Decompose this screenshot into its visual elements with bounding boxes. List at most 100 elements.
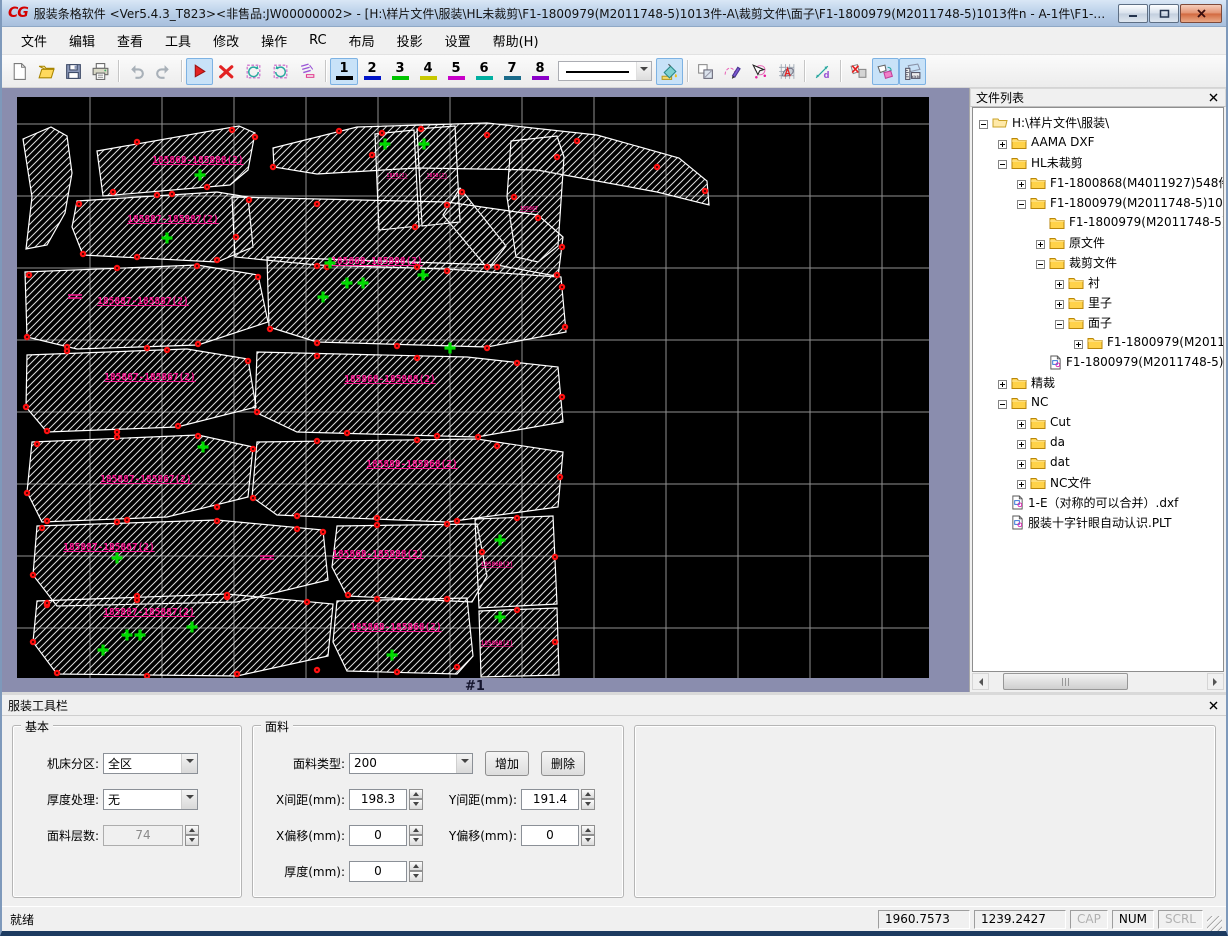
scroll-thumb[interactable] xyxy=(1003,673,1128,690)
copy-piece-icon[interactable] xyxy=(872,57,899,85)
thickness-handling-combo[interactable]: 无 xyxy=(103,788,198,810)
tree-item[interactable]: HL未裁剪 xyxy=(973,152,1223,172)
tree-item[interactable]: 精裁 xyxy=(973,372,1223,392)
tree-item[interactable]: 服装十字针眼自动认识.PLT xyxy=(973,512,1223,532)
menu-item-4[interactable]: 工具 xyxy=(154,27,202,54)
redo-icon[interactable] xyxy=(150,58,177,85)
chevron-down-icon[interactable] xyxy=(181,753,197,773)
menu-item-9[interactable]: 投影 xyxy=(386,27,434,54)
tree-item[interactable]: F1-1800979(M2011748-5)1013件 xyxy=(973,192,1223,212)
tree-item[interactable]: AAMA DXF xyxy=(973,132,1223,152)
tree-toggle-icon[interactable] xyxy=(998,158,1007,169)
tree-item[interactable]: F1-1800979(M2011748-5)101 xyxy=(973,352,1223,372)
measure-ruler-icon[interactable] xyxy=(899,57,926,85)
tree-item[interactable]: F1-1800979(M2011748-5)101 xyxy=(973,212,1223,232)
print-icon[interactable] xyxy=(87,58,114,85)
tree-toggle-icon[interactable] xyxy=(1017,198,1026,209)
tree-item[interactable]: Cut xyxy=(973,412,1223,432)
line-color-button-8[interactable]: 8 xyxy=(526,58,554,85)
tree-toggle-icon[interactable] xyxy=(979,118,988,129)
line-color-button-6[interactable]: 6 xyxy=(470,58,498,85)
tree-item[interactable]: NC xyxy=(973,392,1223,412)
delete-icon[interactable] xyxy=(213,58,240,85)
x-offset-stepper[interactable] xyxy=(409,824,423,846)
select-tool-icon[interactable] xyxy=(186,57,213,85)
scroll-left-arrow-icon[interactable] xyxy=(972,673,989,690)
y-offset-field[interactable]: 0 xyxy=(521,824,579,846)
tool-panel-close-icon[interactable] xyxy=(1206,698,1220,712)
file-panel-close-icon[interactable] xyxy=(1206,91,1220,105)
x-offset-field[interactable]: 0 xyxy=(349,824,407,846)
tree-toggle-icon[interactable] xyxy=(1055,318,1064,329)
chevron-down-icon[interactable] xyxy=(181,789,197,809)
marker-canvas[interactable]: 185868-185888(2) 185887-185887(2) 185868-1… xyxy=(17,97,929,678)
line-color-button-2[interactable]: 2 xyxy=(358,58,386,85)
menu-item-2[interactable]: 编辑 xyxy=(58,27,106,54)
tree-item[interactable]: 里子 xyxy=(973,292,1223,312)
resize-grip[interactable] xyxy=(1207,916,1222,931)
tree-toggle-icon[interactable] xyxy=(1055,278,1064,289)
tree-toggle-icon[interactable] xyxy=(998,398,1007,409)
menu-item-10[interactable]: 设置 xyxy=(434,27,482,54)
tree-toggle-icon[interactable] xyxy=(1036,238,1045,249)
minimize-button[interactable] xyxy=(1118,3,1148,23)
grid-piece-icon[interactable] xyxy=(773,58,800,85)
machine-zone-combo[interactable]: 全区 xyxy=(103,752,198,774)
menu-item-7[interactable]: RC xyxy=(298,29,337,52)
new-file-icon[interactable] xyxy=(6,58,33,85)
angle-measure-icon[interactable]: d xyxy=(809,58,836,85)
rotate-ccw-icon[interactable] xyxy=(240,58,267,85)
thickness-stepper[interactable] xyxy=(409,860,423,882)
fabric-layers-stepper[interactable] xyxy=(185,824,199,846)
menu-item-6[interactable]: 操作 xyxy=(250,27,298,54)
tree-item[interactable]: F1-1800979(M201174 xyxy=(973,332,1223,352)
scroll-right-arrow-icon[interactable] xyxy=(1207,673,1224,690)
scroll-track[interactable] xyxy=(989,673,1207,690)
fabric-type-combo[interactable]: 200 xyxy=(349,752,473,774)
line-color-button-7[interactable]: 7 xyxy=(498,58,526,85)
menu-item-3[interactable]: 查看 xyxy=(106,27,154,54)
tree-item[interactable]: 面子 xyxy=(973,312,1223,332)
y-gap-stepper[interactable] xyxy=(581,788,595,810)
menu-item-11[interactable]: 帮助(H) xyxy=(482,27,550,54)
tree-toggle-icon[interactable] xyxy=(1017,178,1026,189)
tree-item[interactable]: F1-1800868(M4011927)548件 xyxy=(973,172,1223,192)
line-color-button-5[interactable]: 5 xyxy=(442,58,470,85)
tree-item[interactable]: dat xyxy=(973,452,1223,472)
tree-item[interactable]: 衬 xyxy=(973,272,1223,292)
menu-item-1[interactable]: 文件 xyxy=(10,27,58,54)
line-style-combo[interactable] xyxy=(558,61,652,81)
tree-toggle-icon[interactable] xyxy=(998,378,1007,389)
tree-toggle-icon[interactable] xyxy=(1055,298,1064,309)
tree-toggle-icon[interactable] xyxy=(1036,258,1045,269)
tree-item[interactable]: H:\样片文件\服装\ xyxy=(973,112,1223,132)
tree-item[interactable]: 裁剪文件 xyxy=(973,252,1223,272)
tree-item[interactable]: 1-E（对称的可以合并）.dxf xyxy=(973,492,1223,512)
x-gap-field[interactable]: 198.3 xyxy=(349,788,407,810)
copy-lines-icon[interactable] xyxy=(294,58,321,85)
tree-toggle-icon[interactable] xyxy=(1017,478,1026,489)
edit-shape-icon[interactable] xyxy=(719,58,746,85)
y-gap-field[interactable]: 191.4 xyxy=(521,788,579,810)
chevron-down-icon[interactable] xyxy=(456,753,472,773)
open-file-icon[interactable] xyxy=(33,58,60,85)
line-color-button-4[interactable]: 4 xyxy=(414,58,442,85)
line-color-button-1[interactable]: 1 xyxy=(330,57,358,85)
exclude-piece-icon[interactable] xyxy=(845,58,872,85)
tree-item[interactable]: NC文件 xyxy=(973,472,1223,492)
thickness-field[interactable]: 0 xyxy=(349,860,407,882)
tree-toggle-icon[interactable] xyxy=(1017,438,1026,449)
line-color-button-3[interactable]: 3 xyxy=(386,58,414,85)
pick-piece-icon[interactable] xyxy=(746,58,773,85)
tree-toggle-icon[interactable] xyxy=(1017,418,1026,429)
tree-toggle-icon[interactable] xyxy=(1017,458,1026,469)
fill-tool-icon[interactable] xyxy=(656,57,683,85)
menu-item-5[interactable]: 修改 xyxy=(202,27,250,54)
undo-icon[interactable] xyxy=(123,58,150,85)
y-offset-stepper[interactable] xyxy=(581,824,595,846)
delete-fabric-button[interactable]: 删除 xyxy=(541,750,585,776)
maximize-button[interactable] xyxy=(1149,3,1179,23)
tree-toggle-icon[interactable] xyxy=(998,138,1007,149)
x-gap-stepper[interactable] xyxy=(409,788,423,810)
rotate-cw-icon[interactable] xyxy=(267,58,294,85)
